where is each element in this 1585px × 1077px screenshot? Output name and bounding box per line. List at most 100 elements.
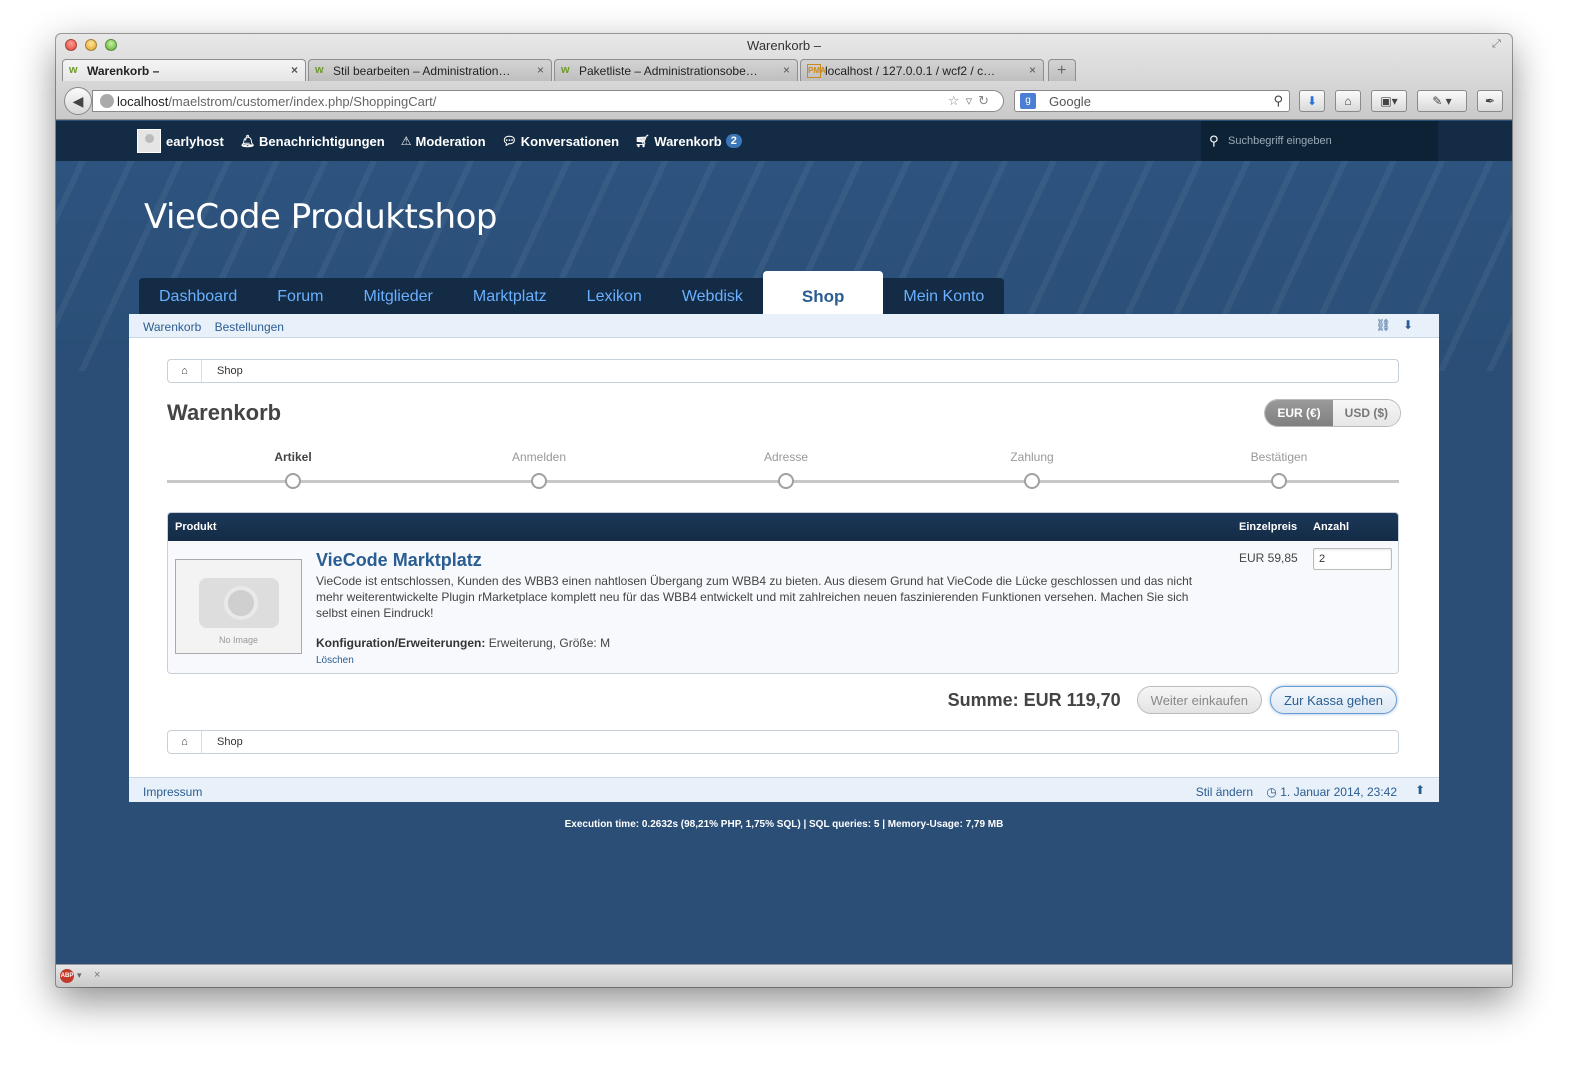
search-engine-label: Google — [1049, 94, 1091, 109]
step-login: Anmelden — [479, 450, 599, 489]
breadcrumb-shop[interactable]: Shop — [217, 736, 243, 748]
imprint-link[interactable]: Impressum — [143, 785, 202, 799]
camera-lens — [224, 586, 258, 620]
dropdown-arrow-icon[interactable]: ▾ — [77, 970, 82, 981]
product-description: VieCode ist entschlossen, Kunden des WBB… — [316, 574, 1193, 620]
checkout-steps: Artikel Anmelden Adresse Zahlung Bestäti… — [167, 450, 1399, 490]
step-dot — [1024, 473, 1040, 489]
cart-table: Produkt Einzelpreis Anzahl No Image VieC… — [167, 512, 1399, 674]
page-title: Warenkorb — [167, 400, 282, 425]
arrow-down-icon[interactable]: ⬇ — [1403, 318, 1425, 332]
tab-close-icon[interactable]: × — [783, 63, 790, 77]
product-title-link[interactable]: VieCode Marktplatz — [316, 550, 482, 571]
cart-count-badge: 2 — [725, 134, 742, 148]
tab-close-icon[interactable]: × — [537, 63, 544, 77]
search-icon: ⚲ — [1209, 133, 1219, 148]
globe-icon — [100, 94, 114, 108]
tab-close-icon[interactable]: × — [1029, 63, 1036, 77]
step-label: Anmelden — [511, 450, 567, 464]
nav-tab-members[interactable]: Mitglieder — [343, 278, 453, 314]
step-payment: Zahlung — [972, 450, 1092, 489]
subnav-cart[interactable]: Warenkorb — [143, 320, 201, 334]
title-bar: Warenkorb – ⤢ — [56, 34, 1512, 56]
screenshot-button[interactable]: ▣▾ — [1371, 90, 1407, 112]
change-style-link[interactable]: Stil ändern — [1196, 785, 1253, 799]
arrow-up-icon[interactable]: ⬆ — [1415, 783, 1425, 797]
main-navigation: Dashboard Forum Mitglieder Marktplatz Le… — [139, 271, 1005, 315]
product-image[interactable]: No Image — [175, 559, 302, 654]
nav-tab-marketplace[interactable]: Marktplatz — [452, 278, 567, 314]
avatar — [137, 129, 161, 153]
delete-item-link[interactable]: Löschen — [316, 655, 354, 666]
user-menu[interactable]: earlyhost — [137, 129, 224, 153]
username: earlyhost — [166, 133, 224, 149]
main-content: Warenkorb Bestellungen ⛓⬇ ⌂ Shop Warenko… — [129, 314, 1439, 802]
browser-window: Warenkorb – ⤢ w Warenkorb – × w Stil bea… — [56, 34, 1512, 987]
close-icon[interactable]: × — [94, 969, 100, 981]
back-button[interactable]: ◀ — [64, 87, 92, 115]
notifications-link[interactable]: 🔔︎ Benachrichtigungen — [240, 134, 385, 149]
current-datetime: 1. Januar 2014, 23:42 — [1280, 785, 1397, 799]
browser-tab-stil[interactable]: w Stil bearbeiten – Administration… × — [308, 59, 552, 81]
currency-usd[interactable]: USD ($) — [1332, 400, 1400, 426]
conversations-link[interactable]: 💬︎ Konversationen — [502, 134, 619, 149]
checkout-button[interactable]: Zur Kassa gehen — [1269, 686, 1397, 714]
search-placeholder: Suchbegriff eingeben — [1228, 135, 1332, 147]
fullscreen-icon[interactable]: ⤢ — [1492, 38, 1506, 52]
breadcrumb-bottom: ⌂ Shop — [167, 730, 1399, 754]
tab-close-icon[interactable]: × — [291, 63, 298, 77]
continue-shopping-button[interactable]: Weiter einkaufen — [1136, 686, 1262, 714]
download-button[interactable]: ⬇ — [1299, 90, 1325, 112]
site-search-input[interactable]: ⚲ Suchbegriff eingeben — [1201, 121, 1438, 161]
settings-button[interactable]: ✒ — [1477, 90, 1503, 112]
subnav-orders[interactable]: Bestellungen — [215, 320, 284, 334]
website: earlyhost 🔔︎ Benachrichtigungen ⚠ Modera… — [56, 121, 1512, 964]
nav-tab-webdisk[interactable]: Webdisk — [661, 278, 763, 314]
new-tab-button[interactable]: + — [1048, 59, 1076, 81]
browser-tab-phpmyadmin[interactable]: PMA localhost / 127.0.0.1 / wcf2 / c… × — [800, 59, 1044, 81]
url-path: /maelstrom/customer/index.php/ShoppingCa… — [168, 94, 437, 109]
comments-icon: 💬︎ — [501, 134, 517, 148]
google-icon[interactable]: g — [1020, 93, 1036, 109]
nav-tab-forum[interactable]: Forum — [257, 278, 344, 314]
footer-right: Stil ändern ◷ 1. Januar 2014, 23:42 — [1196, 785, 1397, 799]
quantity-input[interactable]: 2 — [1313, 548, 1392, 570]
moderation-link[interactable]: ⚠ Moderation — [401, 134, 486, 149]
sitemap-icon[interactable]: ⛓ — [1376, 318, 1403, 332]
breadcrumb-shop[interactable]: Shop — [217, 365, 243, 377]
config-value: Erweiterung, Größe: M — [488, 636, 611, 650]
nav-tab-shop[interactable]: Shop — [762, 271, 884, 315]
extension-button[interactable]: ✎ ▾ — [1417, 90, 1467, 112]
home-icon: ⌂ — [1344, 94, 1352, 108]
dropdown-arrow-icon[interactable]: ▿ — [966, 93, 979, 108]
search-bar[interactable]: g Google ⚲ — [1014, 90, 1290, 112]
nav-tab-lexicon[interactable]: Lexikon — [566, 278, 662, 314]
phpmyadmin-favicon-icon: PMA — [807, 64, 826, 78]
cart-label: Warenkorb — [654, 133, 722, 149]
warning-icon: ⚠ — [400, 134, 412, 148]
nav-tab-my-account[interactable]: Mein Konto — [883, 278, 1005, 314]
browser-chrome: Warenkorb – ⤢ w Warenkorb – × w Stil bea… — [56, 34, 1512, 120]
cart-icon: 🛒︎ — [635, 134, 651, 148]
moderation-label: Moderation — [415, 133, 486, 149]
home-button[interactable]: ⌂ — [1335, 90, 1361, 112]
nav-tab-dashboard[interactable]: Dashboard — [139, 278, 258, 314]
wrench-icon: ✒ — [1484, 94, 1496, 108]
currency-eur[interactable]: EUR (€) — [1265, 400, 1333, 426]
browser-tab-warenkorb[interactable]: w Warenkorb – × — [62, 59, 306, 81]
site-logo[interactable]: VieCode Produktshop — [144, 197, 497, 237]
adblock-icon[interactable]: ABP — [60, 969, 74, 983]
reload-icon[interactable]: ↻ — [978, 93, 995, 108]
url-bar[interactable]: localhost/maelstrom/customer/index.php/S… — [92, 90, 1004, 112]
home-icon[interactable]: ⌂ — [168, 360, 202, 382]
home-icon[interactable]: ⌂ — [168, 731, 202, 753]
url-host: localhost — [117, 94, 169, 109]
step-dot — [531, 473, 547, 489]
column-header-price: Einzelpreis — [1239, 521, 1298, 533]
browser-tab-paketliste[interactable]: w Paketliste – Administrationsobe… × — [554, 59, 798, 81]
step-dot — [778, 473, 794, 489]
unit-price: EUR 59,85 — [1239, 551, 1298, 565]
search-icon[interactable]: ⚲ — [1273, 93, 1283, 109]
cart-link[interactable]: 🛒︎ Warenkorb 2 — [635, 134, 742, 149]
bookmark-star-icon[interactable]: ☆ — [948, 93, 966, 108]
